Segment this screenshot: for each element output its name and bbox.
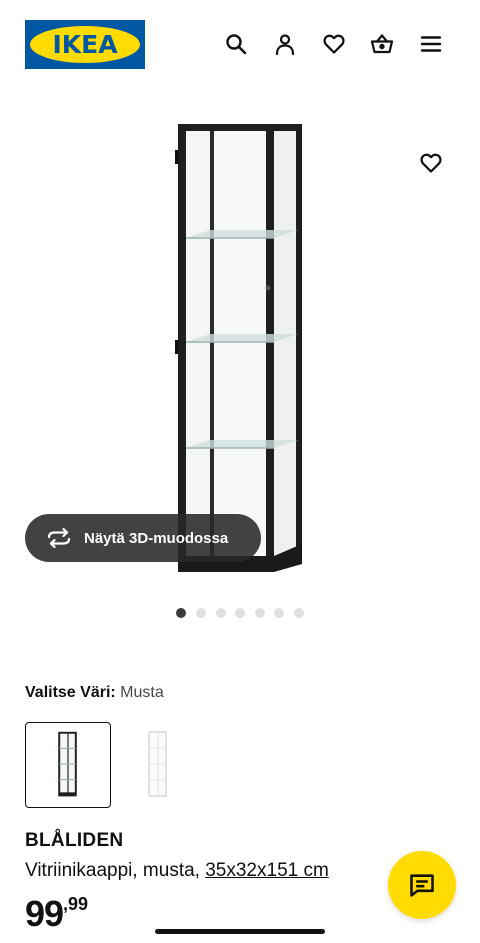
color-selector-label: Valitse Väri: Musta	[25, 684, 164, 702]
view-in-3d-label: Näytä 3D-muodossa	[84, 529, 229, 547]
product-image-gallery[interactable]: Näytä 3D-muodossa	[0, 100, 480, 595]
ikea-logo[interactable]: IKEA	[25, 20, 145, 69]
account-icon[interactable]	[271, 30, 299, 58]
favourites-heart-icon[interactable]	[320, 30, 348, 58]
pagination-dot[interactable]	[235, 608, 245, 618]
pagination-dot[interactable]	[196, 608, 206, 618]
price-decimal: ,99	[63, 894, 89, 914]
view-in-3d-button[interactable]: Näytä 3D-muodossa	[25, 514, 261, 562]
black-variant-thumbnail	[58, 731, 77, 797]
pagination-dot[interactable]	[274, 608, 284, 618]
color-swatch-white[interactable]	[113, 722, 199, 808]
search-icon[interactable]	[222, 30, 250, 58]
pagination-dot[interactable]	[216, 608, 226, 618]
gallery-pagination	[0, 608, 480, 618]
add-to-favourites-icon[interactable]	[416, 148, 446, 178]
pagination-dot[interactable]	[255, 608, 265, 618]
product-type: Vitriinikaappi, musta,	[25, 860, 200, 881]
product-image	[175, 124, 302, 572]
pagination-dot[interactable]	[294, 608, 304, 618]
product-description: Vitriinikaappi, musta, 35x32x151 cm	[25, 860, 329, 882]
product-name: BLÅLIDEN	[25, 830, 124, 851]
color-label-value: Musta	[120, 684, 164, 701]
price-integer: 99	[25, 893, 64, 934]
cart-basket-icon[interactable]	[368, 30, 396, 58]
chat-bubble-icon	[410, 874, 434, 897]
chat-button[interactable]	[388, 851, 456, 919]
menu-hamburger-icon[interactable]	[417, 30, 445, 58]
color-label-key: Valitse Väri:	[25, 684, 116, 701]
logo-text: IKEA	[52, 30, 118, 59]
white-variant-thumbnail	[148, 731, 167, 797]
rotate-3d-icon	[47, 528, 71, 548]
header: IKEA	[0, 0, 480, 90]
pagination-dot[interactable]	[176, 608, 186, 618]
color-swatch-black[interactable]	[25, 722, 111, 808]
product-size-link[interactable]: 35x32x151 cm	[205, 860, 329, 881]
product-price: 99,99	[25, 893, 88, 935]
home-indicator	[155, 929, 325, 934]
